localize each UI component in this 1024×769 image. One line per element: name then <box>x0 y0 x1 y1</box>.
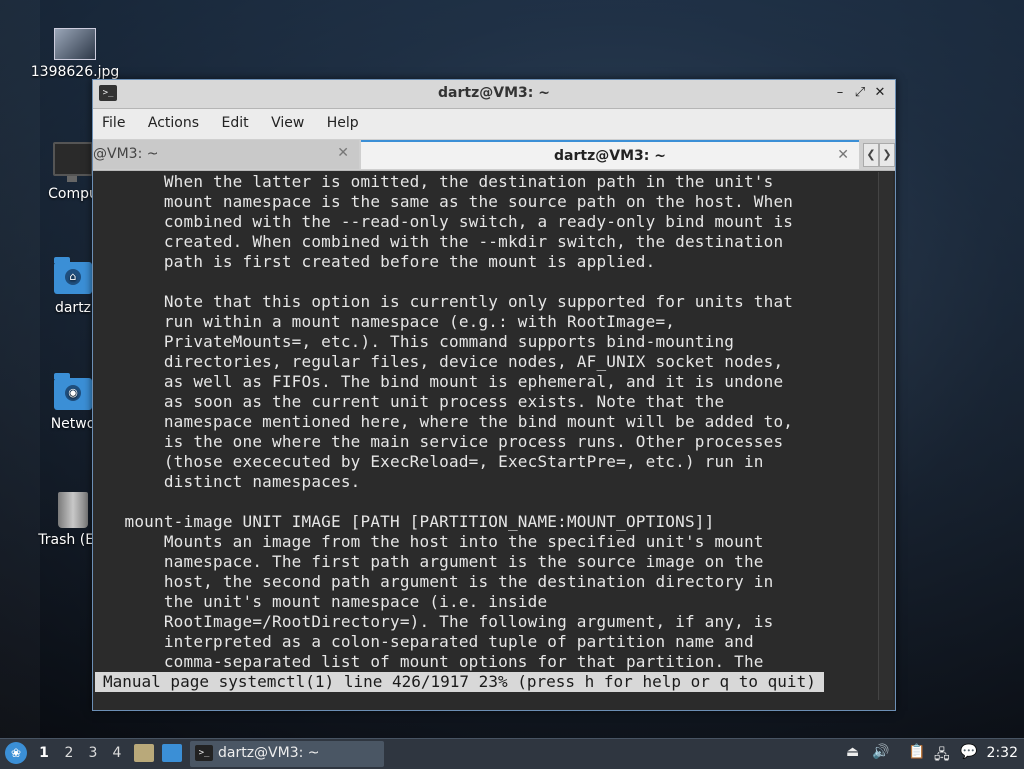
terminal-line: combined with the --read-only switch, a … <box>95 212 794 231</box>
pager-status-line: Manual page systemctl(1) line 426/1917 2… <box>95 672 824 692</box>
window-titlebar[interactable]: >_ dartz@VM3: ~ – ⤢ ✕ <box>93 80 895 109</box>
tab-scroll-right-icon[interactable]: ❯ <box>879 143 895 167</box>
terminal-line: When the latter is omitted, the destinat… <box>95 172 774 191</box>
terminal-line: (those exececuted by ExecReload=, ExecSt… <box>95 452 764 471</box>
menu-help[interactable]: Help <box>318 109 368 137</box>
desktop-icon-label: 1398626.jpg <box>30 64 120 80</box>
terminal-line: path is first created before the mount i… <box>95 252 656 271</box>
tab-terminal-1[interactable]: @VM3: ~ ✕ <box>93 140 359 169</box>
tab-close-icon[interactable]: ✕ <box>837 147 849 163</box>
menu-bar: File Actions Edit View Help <box>93 109 895 140</box>
terminal-line: directories, regular files, device nodes… <box>95 352 784 371</box>
task-label: dartz@VM3: ~ <box>218 745 320 761</box>
tab-label: dartz@VM3: ~ <box>554 148 666 164</box>
maximize-icon[interactable]: ⤢ <box>851 84 869 102</box>
image-file-icon <box>54 28 96 60</box>
tab-bar: @VM3: ~ ✕ dartz@VM3: ~ ✕ ❮ ❯ <box>93 140 895 171</box>
taskbar: ❀ 1 2 3 4 >_ dartz@VM3: ~ ⏏ 🔊 📋 🖧 💬 2:32 <box>0 738 1024 769</box>
desktop-icon-image-file[interactable]: 1398626.jpg <box>30 28 120 80</box>
terminal-output[interactable]: When the latter is omitted, the destinat… <box>95 172 875 700</box>
menu-edit[interactable]: Edit <box>212 109 257 137</box>
terminal-line: created. When combined with the --mkdir … <box>95 232 784 251</box>
terminal-line: is the one where the main service proces… <box>95 432 784 451</box>
home-folder-icon: ⌂ <box>54 257 92 294</box>
terminal-line: run within a mount namespace (e.g.: with… <box>95 312 676 331</box>
computer-icon <box>53 142 93 182</box>
terminal-task-icon: >_ <box>195 745 213 761</box>
window-title: dartz@VM3: ~ <box>438 85 550 101</box>
clipboard-icon[interactable]: 📋 <box>908 744 925 760</box>
terminal-text: When the latter is omitted, the destinat… <box>95 172 875 672</box>
terminal-line: as well as FIFOs. The bind mount is ephe… <box>95 372 784 391</box>
menu-file[interactable]: File <box>93 109 134 137</box>
workspace-2[interactable]: 2 <box>62 745 76 761</box>
start-menu-icon[interactable]: ❀ <box>5 742 27 764</box>
terminal-line: Note that this option is currently only … <box>95 292 794 311</box>
tab-label: @VM3: ~ <box>93 146 159 162</box>
notification-icon[interactable]: 💬 <box>960 744 977 760</box>
clock[interactable]: 2:32 <box>987 745 1018 761</box>
tab-scroll-left-icon[interactable]: ❮ <box>863 143 879 167</box>
network-folder-icon: ◉ <box>54 373 92 410</box>
terminal-line: interpreted as a colon-separated tuple o… <box>95 632 754 651</box>
volume-icon[interactable]: 🔊 <box>872 744 889 760</box>
tab-close-icon[interactable]: ✕ <box>337 145 349 161</box>
terminal-scrollbar[interactable] <box>878 172 893 700</box>
terminal-window: >_ dartz@VM3: ~ – ⤢ ✕ File Actions Edit … <box>92 79 896 711</box>
terminal-line: mount-image UNIT IMAGE [PATH [PARTITION_… <box>95 512 715 531</box>
terminal-line: namespace. The first path argument is th… <box>95 552 764 571</box>
terminal-line: host, the second path argument is the de… <box>95 572 774 591</box>
network-icon[interactable]: 🖧 <box>934 744 950 768</box>
workspace-1[interactable]: 1 <box>37 745 51 761</box>
minimize-icon[interactable]: – <box>831 84 849 102</box>
taskbar-terminal-task[interactable]: >_ dartz@VM3: ~ <box>190 741 384 767</box>
terminal-line: distinct namespaces. <box>95 472 361 491</box>
terminal-line: mount namespace is the same as the sourc… <box>95 192 794 211</box>
eject-icon[interactable]: ⏏ <box>846 744 859 760</box>
menu-view[interactable]: View <box>262 109 313 137</box>
terminal-line: PrivateMounts=, etc.). This command supp… <box>95 332 735 351</box>
close-icon[interactable]: ✕ <box>871 84 889 102</box>
trash-icon <box>58 492 88 528</box>
file-manager-icon[interactable] <box>134 744 154 762</box>
terminal-line: comma-separated list of mount options fo… <box>95 652 764 671</box>
terminal-line: as soon as the current unit process exis… <box>95 392 725 411</box>
terminal-line: RootImage=/RootDirectory=). The followin… <box>95 612 774 631</box>
tab-terminal-2[interactable]: dartz@VM3: ~ ✕ <box>361 140 859 169</box>
terminal-line: namespace mentioned here, where the bind… <box>95 412 794 431</box>
show-desktop-icon[interactable] <box>162 744 182 762</box>
workspace-3[interactable]: 3 <box>86 745 100 761</box>
terminal-line: the unit's mount namespace (i.e. inside <box>95 592 548 611</box>
menu-actions[interactable]: Actions <box>139 109 208 137</box>
workspace-4[interactable]: 4 <box>110 745 124 761</box>
terminal-line: Mounts an image from the host into the s… <box>95 532 764 551</box>
